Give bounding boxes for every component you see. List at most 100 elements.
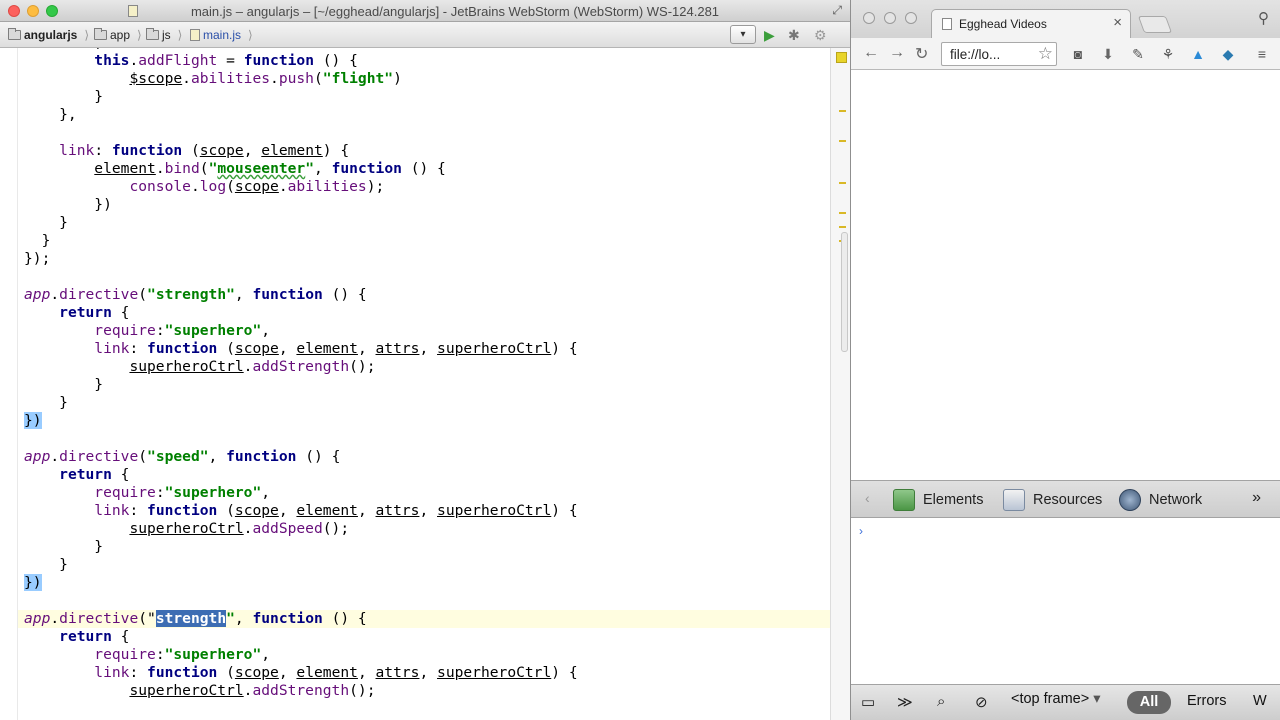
code-line[interactable]: require:"superhero", bbox=[24, 646, 270, 664]
editor-scrollbar[interactable] bbox=[841, 232, 848, 352]
breadcrumb-file[interactable]: main.js ⟩ bbox=[190, 26, 253, 44]
code-token: , bbox=[208, 448, 227, 465]
warning-marker[interactable] bbox=[839, 182, 846, 184]
close-tab-icon[interactable]: × bbox=[1113, 14, 1122, 31]
code-line[interactable]: }) bbox=[24, 412, 42, 430]
code-line[interactable]: } bbox=[24, 88, 103, 106]
code-line[interactable]: link: function (scope, element, attrs, s… bbox=[24, 502, 577, 520]
download-icon[interactable]: ⬇ bbox=[1099, 45, 1117, 63]
code-line[interactable]: element.bind("mouseenter", function () { bbox=[24, 160, 446, 178]
code-line[interactable]: }, bbox=[24, 106, 77, 124]
code-token: , bbox=[419, 664, 438, 681]
inspection-status-icon[interactable] bbox=[836, 52, 847, 63]
warning-marker[interactable] bbox=[839, 212, 846, 214]
code-line[interactable]: } bbox=[24, 232, 51, 250]
editor-gutter[interactable] bbox=[0, 48, 18, 720]
code-line[interactable]: link: function (scope, element) { bbox=[24, 142, 349, 160]
forward-arrow-icon[interactable]: → bbox=[889, 44, 905, 62]
code-token: scope bbox=[234, 340, 279, 357]
code-line[interactable]: require:"superhero", bbox=[24, 484, 270, 502]
filter-warnings-button[interactable]: W bbox=[1253, 693, 1267, 709]
close-window-icon[interactable] bbox=[8, 5, 20, 17]
tree-icon[interactable]: ⚘ bbox=[1159, 45, 1177, 63]
run-icon[interactable]: ▶ bbox=[764, 26, 775, 44]
code-token: , bbox=[234, 610, 253, 627]
code-line[interactable]: link: function (scope, element, attrs, s… bbox=[24, 664, 577, 682]
breadcrumb-project[interactable]: angularjs ⟩ bbox=[8, 26, 89, 44]
code-line[interactable]: return { bbox=[24, 628, 129, 646]
address-bar[interactable]: file://lo... ☆ bbox=[941, 42, 1057, 66]
code-line[interactable]: return { bbox=[24, 466, 129, 484]
code-line[interactable]: require:"superhero", bbox=[24, 322, 270, 340]
extension-icon[interactable]: ◆ bbox=[1219, 45, 1237, 63]
code-line[interactable]: this.addFlight = function () { bbox=[24, 52, 358, 70]
code-token: element bbox=[94, 160, 156, 177]
zoom-window-icon[interactable] bbox=[905, 12, 917, 24]
editor-marker-bar[interactable] bbox=[830, 48, 850, 720]
code-token: ( bbox=[138, 448, 148, 465]
console-area[interactable]: › bbox=[851, 518, 1280, 684]
code-line[interactable]: } bbox=[24, 214, 68, 232]
page-viewport[interactable] bbox=[851, 71, 1280, 480]
minimize-window-icon[interactable] bbox=[884, 12, 896, 24]
frame-selector[interactable]: <top frame> ▾ bbox=[1011, 691, 1101, 707]
code-line[interactable]: app.directive("strength", function () { bbox=[18, 610, 830, 628]
code-line[interactable]: }) bbox=[24, 196, 112, 214]
code-line[interactable]: superheroCtrl.addStrength(); bbox=[24, 358, 375, 376]
code-line[interactable]: return { bbox=[24, 304, 129, 322]
reload-icon[interactable]: ↻ bbox=[915, 44, 928, 64]
code-token: } bbox=[24, 88, 104, 105]
tab-elements[interactable]: Elements bbox=[893, 489, 983, 511]
back-arrow-icon[interactable]: ← bbox=[863, 44, 879, 62]
filter-all-button[interactable]: All bbox=[1127, 691, 1171, 714]
tab-egghead-videos[interactable]: Egghead Videos × bbox=[931, 9, 1131, 38]
code-line[interactable]: }); bbox=[24, 250, 50, 268]
more-tabs-button[interactable]: » bbox=[1252, 489, 1261, 507]
coverage-icon[interactable]: ⚙ bbox=[814, 26, 827, 44]
search-icon[interactable]: ⌕ bbox=[937, 693, 945, 710]
code-line[interactable]: app.directive("strength", function () { bbox=[24, 286, 367, 304]
zoom-window-icon[interactable] bbox=[46, 5, 58, 17]
star-icon[interactable]: ☆ bbox=[1038, 44, 1053, 64]
breadcrumb-app[interactable]: app ⟩ bbox=[94, 26, 142, 44]
code-line[interactable]: }) bbox=[24, 574, 42, 592]
breadcrumb-js[interactable]: js ⟩ bbox=[146, 26, 182, 44]
warning-marker[interactable] bbox=[839, 110, 846, 112]
new-tab-button[interactable] bbox=[1137, 16, 1173, 33]
console-toggle-icon[interactable]: ≫ bbox=[897, 693, 913, 711]
fullscreen-icon[interactable]: ⤢ bbox=[832, 3, 842, 18]
warning-marker[interactable] bbox=[839, 226, 846, 228]
pocket-icon[interactable]: ◙ bbox=[1069, 45, 1087, 63]
tab-resources[interactable]: Resources bbox=[1003, 489, 1102, 511]
code-editor[interactable]: ; this.addFlight = function () { $scope.… bbox=[18, 48, 830, 720]
code-token: , bbox=[357, 340, 376, 357]
clear-console-icon[interactable]: ⊘ bbox=[975, 693, 988, 711]
code-line[interactable]: superheroCtrl.addSpeed(); bbox=[24, 520, 349, 538]
code-line[interactable]: } bbox=[24, 394, 68, 412]
code-line[interactable]: app.directive("speed", function () { bbox=[24, 448, 340, 466]
filter-errors-button[interactable]: Errors bbox=[1187, 693, 1226, 709]
code-line[interactable]: } bbox=[24, 538, 103, 556]
debug-icon[interactable]: ✱ bbox=[788, 26, 800, 44]
warning-marker[interactable] bbox=[839, 140, 846, 142]
tab-network[interactable]: Network bbox=[1119, 489, 1202, 511]
code-line[interactable]: $scope.abilities.push("flight") bbox=[24, 70, 401, 88]
dock-icon[interactable]: ▭ bbox=[861, 693, 875, 711]
code-line[interactable]: } bbox=[24, 376, 103, 394]
minimize-window-icon[interactable] bbox=[27, 5, 39, 17]
code-line[interactable]: } bbox=[24, 556, 68, 574]
code-token: abilities bbox=[287, 178, 367, 195]
code-line[interactable]: console.log(scope.abilities); bbox=[24, 178, 384, 196]
profile-icon[interactable]: ⚲ bbox=[1258, 9, 1269, 27]
code-line[interactable]: link: function (scope, element, attrs, s… bbox=[24, 340, 577, 358]
eyedropper-icon[interactable]: ✎ bbox=[1129, 45, 1147, 63]
menu-icon[interactable]: ≡ bbox=[1253, 45, 1271, 63]
code-token: "superhero" bbox=[164, 484, 262, 501]
code-token: link bbox=[94, 340, 130, 357]
code-token: app bbox=[24, 448, 51, 465]
code-line[interactable]: superheroCtrl.addStrength(); bbox=[24, 682, 375, 700]
run-config-dropdown[interactable]: ▾ bbox=[730, 25, 756, 44]
drive-icon[interactable]: ▲ bbox=[1189, 45, 1207, 63]
close-window-icon[interactable] bbox=[863, 12, 875, 24]
